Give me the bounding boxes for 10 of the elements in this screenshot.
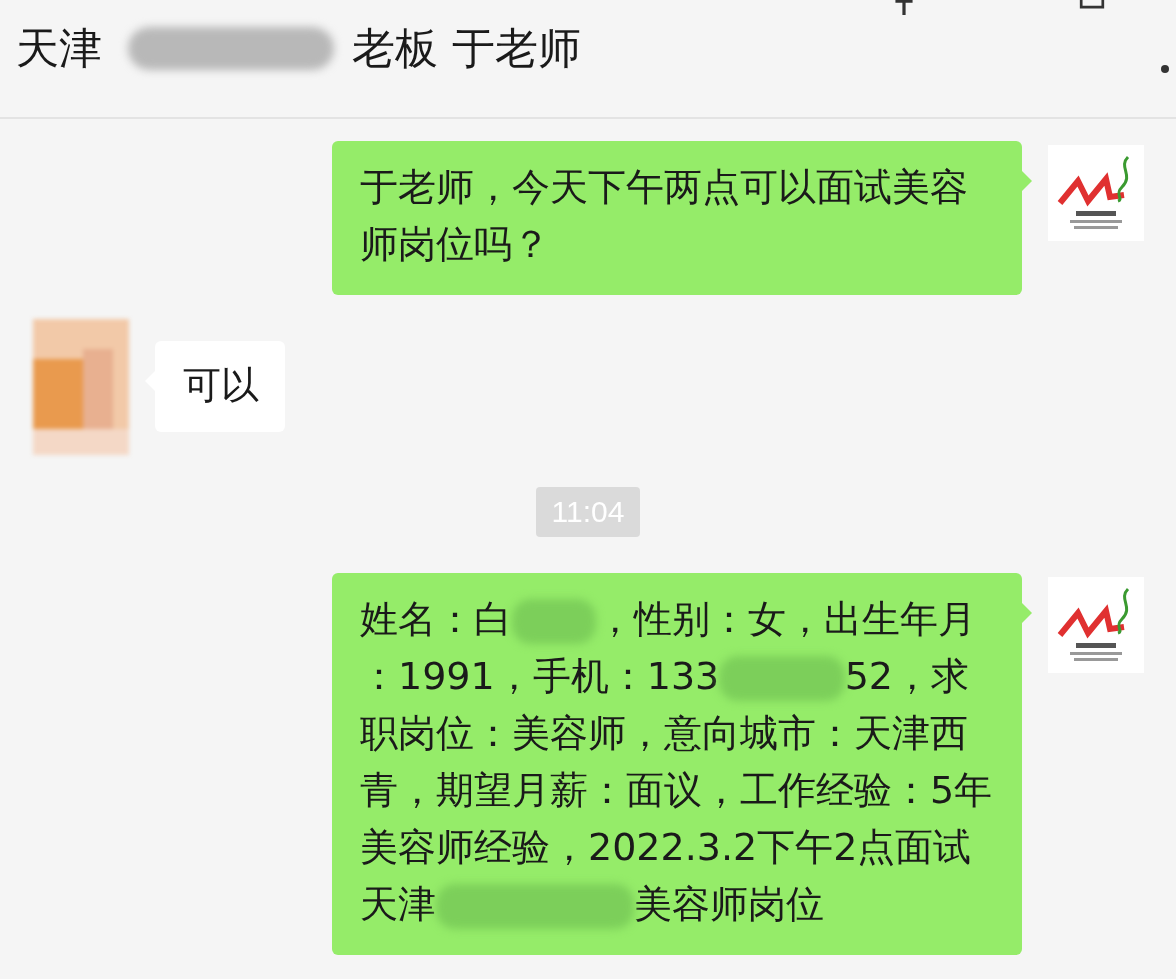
message-bubble: 姓名：白 ，性别：女，出生年月：1991，手机：133 52，求职岗位：美容师，意向城市：天津西青，期望月薪：面议，工作经验：5年美容师经验，2022.3.2下午2点面试天津 美容师岗位 xyxy=(332,573,1022,955)
bubble-tail xyxy=(1022,171,1032,191)
more-icon[interactable] xyxy=(1161,65,1169,73)
pin-icon[interactable] xyxy=(893,0,915,15)
maximize-icon[interactable] xyxy=(1078,0,1106,9)
chat-title: 天津 xyxy=(16,22,102,75)
chat-title: 老板 于老师 xyxy=(352,22,582,75)
bubble-tail xyxy=(1022,603,1032,623)
message-bubble: 于老师，今天下午两点可以面试美容师岗位吗？ xyxy=(332,141,1022,295)
message-bubble: 可以 xyxy=(155,341,285,432)
